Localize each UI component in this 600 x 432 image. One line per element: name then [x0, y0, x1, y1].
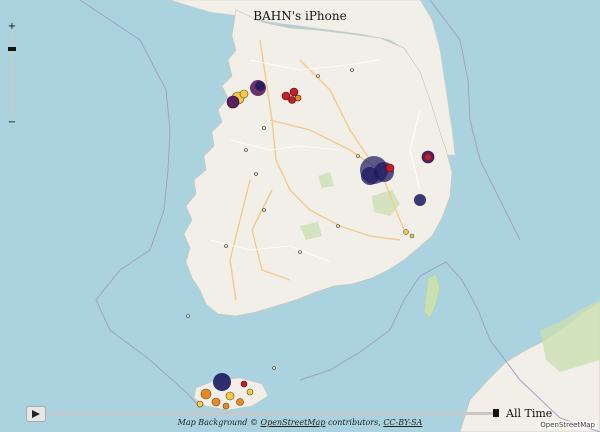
attribution-prefix: Map Background ©	[177, 418, 258, 427]
osm-credit: OpenStreetMap	[538, 421, 597, 429]
cc-by-sa-link[interactable]: CC-BY-SA	[383, 418, 422, 427]
page-title: BAHN's iPhone	[253, 9, 347, 23]
zoom-slider-thumb[interactable]	[8, 46, 16, 51]
zoom-out-button[interactable]: −	[6, 118, 18, 128]
openstreetmap-link[interactable]: OpenStreetMap	[261, 418, 326, 427]
map-canvas[interactable]	[0, 0, 600, 432]
zoom-in-button[interactable]: +	[6, 22, 18, 32]
timeline-slider[interactable]	[50, 409, 499, 417]
zoom-control[interactable]: + −	[6, 22, 18, 128]
zoom-track[interactable]	[11, 30, 13, 118]
map-attribution: Map Background © OpenStreetMap contribut…	[0, 418, 600, 427]
play-icon	[32, 410, 40, 418]
attribution-middle: contributors,	[327, 418, 381, 427]
timeline-slider-thumb[interactable]	[493, 409, 499, 417]
